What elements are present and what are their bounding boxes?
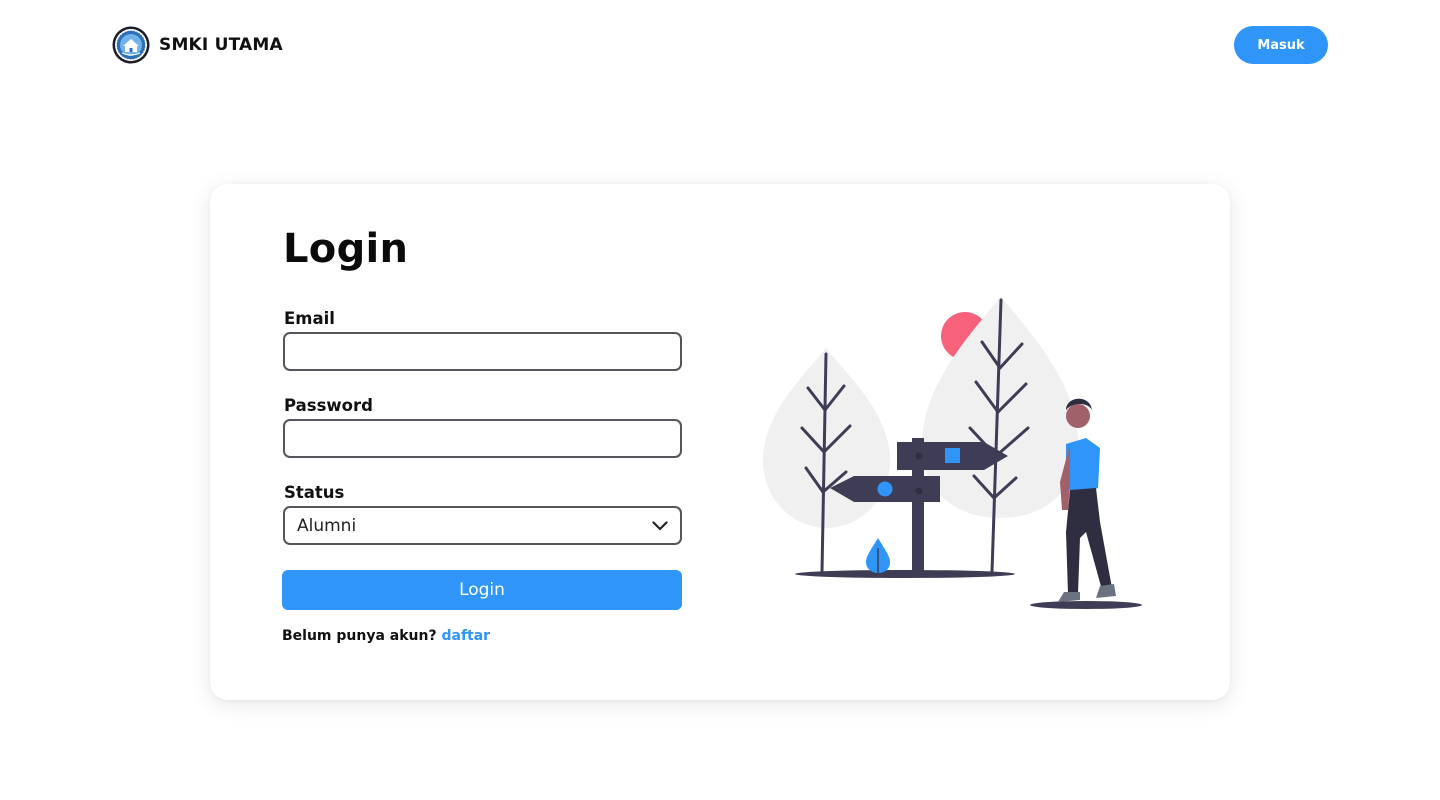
- signup-prompt-line: Belum punya akun? daftar: [282, 628, 490, 644]
- login-button[interactable]: Login: [282, 570, 682, 610]
- status-selected-value: Alumni: [297, 515, 357, 536]
- signup-prompt: Belum punya akun?: [282, 628, 437, 644]
- status-label: Status: [284, 483, 345, 502]
- page-title: Login: [283, 226, 409, 272]
- login-card: Login Email Password Status Alumni Login…: [210, 184, 1230, 700]
- brand[interactable]: SMKI UTAMA: [112, 26, 283, 64]
- school-emblem-icon: [112, 26, 150, 64]
- brand-name: SMKI UTAMA: [159, 35, 283, 55]
- signpost-person-illustration: [763, 296, 1142, 609]
- status-select[interactable]: Alumni: [283, 506, 682, 545]
- password-field[interactable]: [283, 419, 682, 458]
- navbar: SMKI UTAMA Masuk: [0, 0, 1440, 90]
- chevron-down-icon: [652, 520, 668, 530]
- email-label: Email: [284, 309, 335, 328]
- signup-link[interactable]: daftar: [441, 628, 490, 644]
- password-label: Password: [284, 396, 373, 415]
- masuk-button[interactable]: Masuk: [1234, 26, 1328, 64]
- email-field[interactable]: [283, 332, 682, 371]
